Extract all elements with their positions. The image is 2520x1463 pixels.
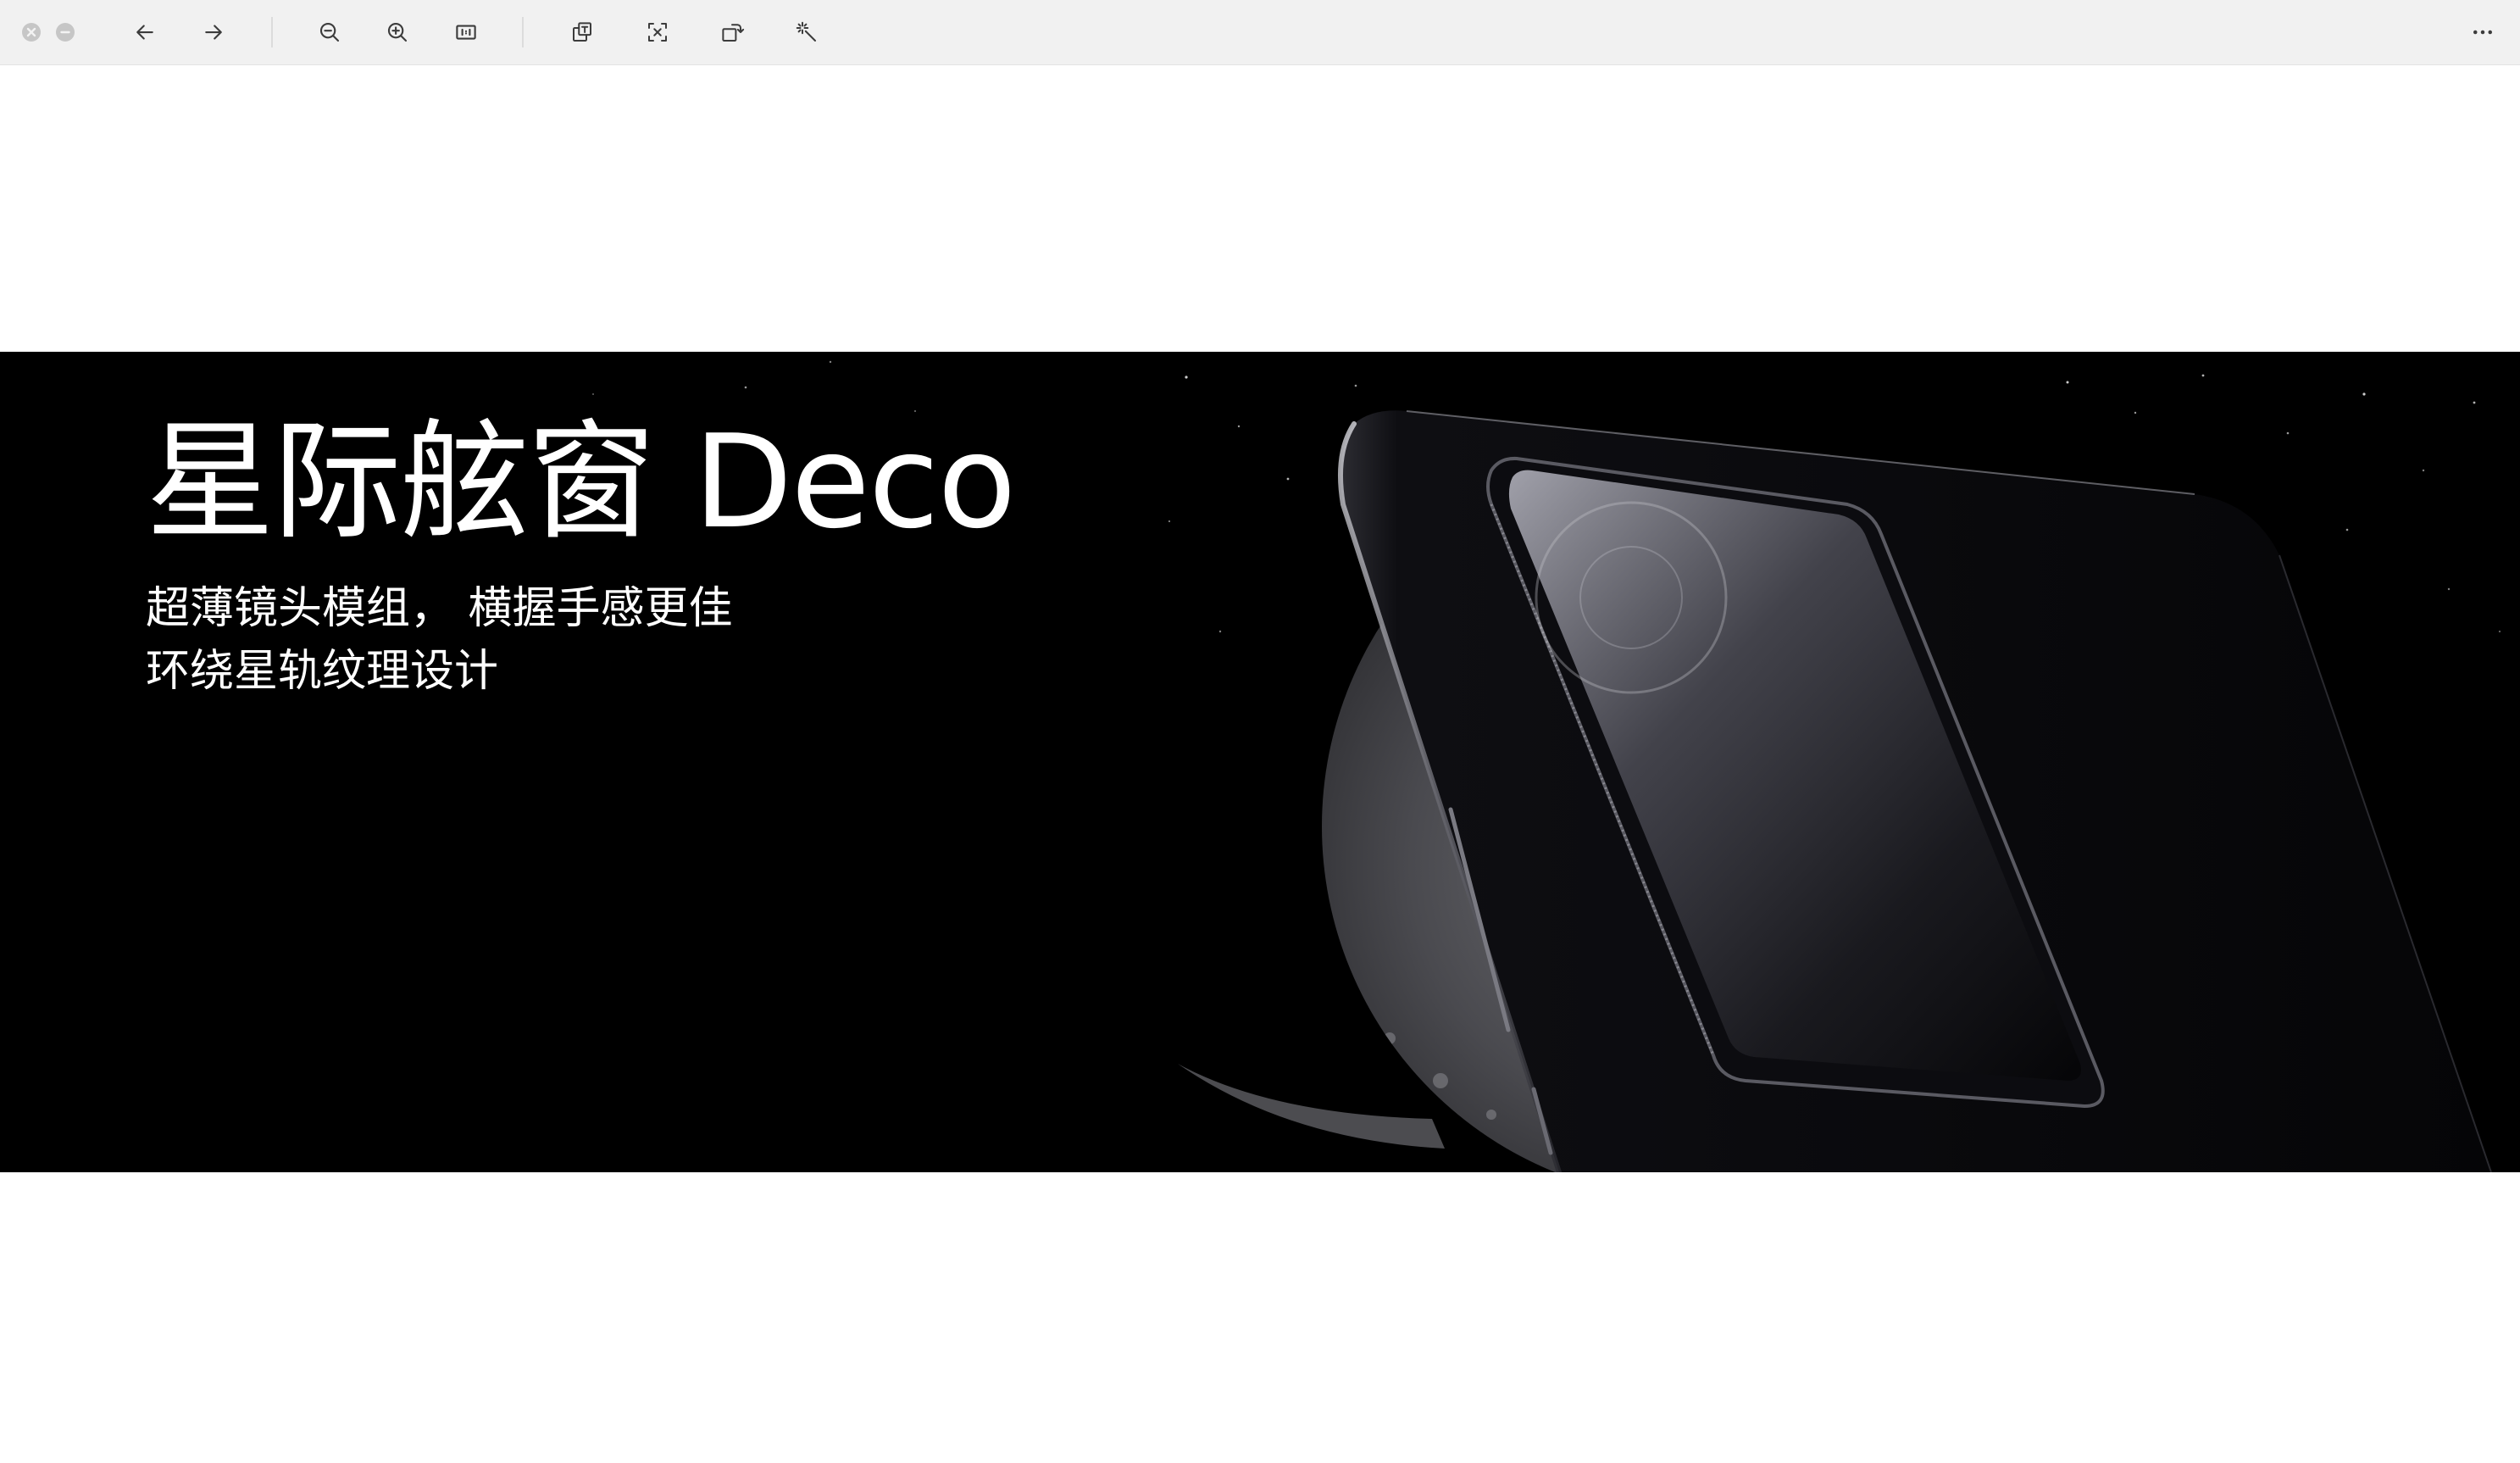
magic-wand-icon[interactable]	[786, 12, 827, 53]
arrow-left-icon[interactable]	[125, 12, 165, 53]
close-icon[interactable]	[21, 22, 42, 42]
zoom-out-icon[interactable]	[309, 12, 350, 53]
banner-subline-2: 环绕星轨纹理设计	[146, 646, 499, 697]
minimize-icon[interactable]	[55, 22, 75, 42]
banner-headline: 星际舷窗 Deco	[146, 407, 1016, 557]
rotate-icon[interactable]	[712, 12, 752, 53]
arrow-right-icon[interactable]	[193, 12, 234, 53]
banner-subline-1: 超薄镜头模组， 横握手感更佳	[146, 583, 733, 634]
displayed-image: 星际舷窗 Deco 超薄镜头模组， 横握手感更佳 环绕星轨纹理设计	[0, 352, 2520, 1172]
fit-to-window-icon[interactable]	[446, 12, 486, 53]
extract-text-icon[interactable]	[637, 12, 678, 53]
viewer-toolbar	[0, 0, 2520, 65]
copy-text-icon[interactable]	[562, 12, 602, 53]
zoom-in-icon[interactable]	[377, 12, 418, 53]
toolbar-divider	[271, 17, 273, 47]
toolbar-divider	[522, 17, 524, 47]
more-options-icon[interactable]	[2462, 12, 2503, 53]
